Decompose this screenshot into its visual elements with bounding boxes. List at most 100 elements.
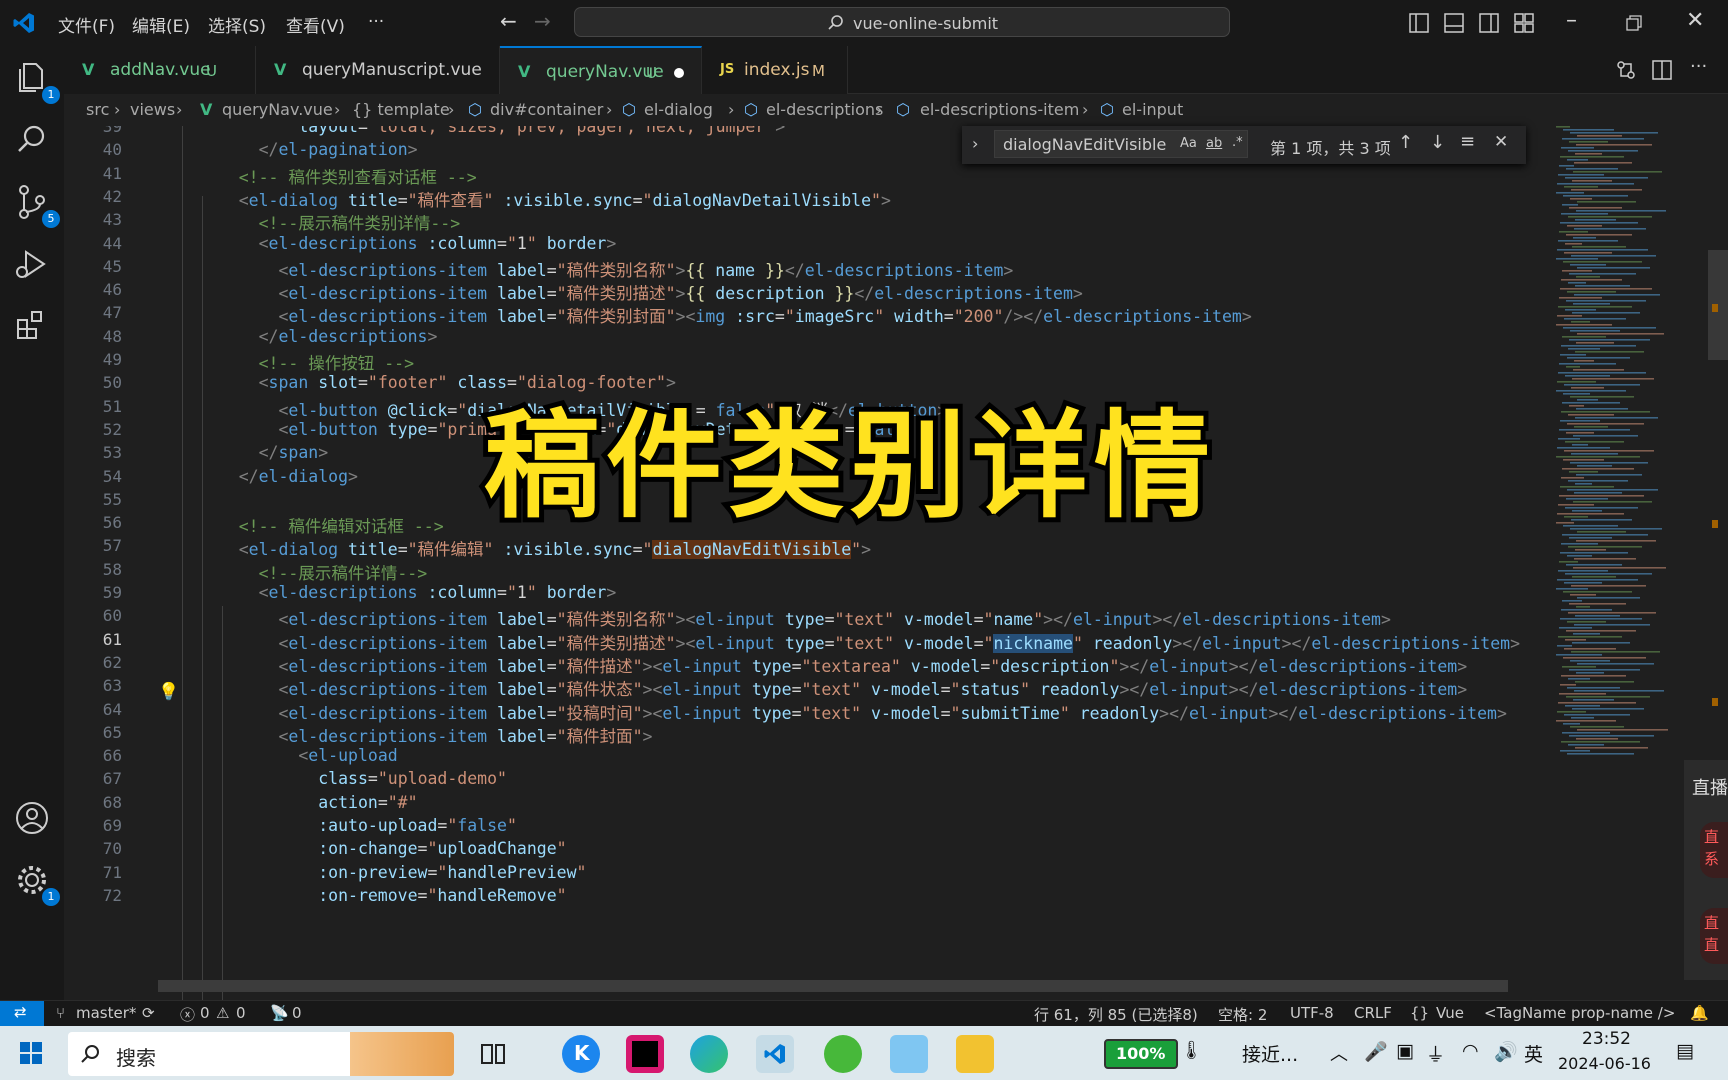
code-line[interactable]: layout="total, sizes, prev, pager, next,… [199,126,785,136]
microphone-icon[interactable]: 🎤 [1364,1040,1388,1063]
display-icon[interactable]: ▣ [1396,1040,1414,1062]
open-changes-icon[interactable] [1616,60,1636,80]
whole-word-icon[interactable]: ab [1206,136,1222,151]
source-control-icon[interactable]: 5 [12,182,60,228]
back-arrow-icon[interactable]: ← [500,9,517,33]
tab-addnav[interactable]: V addNav.vue U [64,46,256,94]
minimap[interactable] [1548,126,1718,756]
code-line[interactable]: :on-preview="handlePreview" [199,863,586,882]
error-count[interactable]: 0 [200,1004,210,1022]
edge-browser-icon[interactable] [690,1035,728,1073]
code-line[interactable]: <el-descriptions-item label="投稿时间"><el-i… [199,700,1506,724]
more-actions-icon[interactable]: ··· [1690,56,1707,77]
code-line[interactable]: <el-upload [199,746,397,765]
restore-icon[interactable] [1626,15,1642,31]
line-ending[interactable]: CRLF [1354,1004,1392,1022]
code-line[interactable]: :on-change="uploadChange" [199,839,566,858]
language-mode[interactable]: Vue [1436,1004,1464,1022]
tab-querymanuscript[interactable]: V queryManuscript.vue [256,46,500,94]
code-line[interactable]: </span> [199,443,329,462]
code-line[interactable]: class="upload-demo" [199,769,507,788]
code-line[interactable]: <el-dialog title="稿件编辑" :visible.sync="d… [199,536,871,560]
close-find-icon[interactable]: ✕ [1494,132,1508,152]
code-line[interactable]: <!-- 稿件类别查看对话框 --> [199,164,477,188]
power-icon[interactable]: ⏚ [1426,1040,1445,1067]
file-explorer-icon[interactable] [956,1035,994,1073]
breadcrumb-item[interactable]: src [86,100,109,119]
wechat-icon[interactable] [824,1035,862,1073]
code-line[interactable]: </el-descriptions> [199,327,438,346]
warning-count[interactable]: 0 [236,1004,246,1022]
code-line[interactable]: action="#" [199,793,417,812]
encoding[interactable]: UTF-8 [1290,1004,1334,1022]
sync-icon[interactable]: ⟳ [142,1004,155,1022]
code-line[interactable]: <el-descriptions-item label="稿件描述"><el-i… [199,653,1467,677]
code-line[interactable]: <el-descriptions-item label="稿件类别名称">{{ … [199,257,1013,281]
chevron-up-icon[interactable]: ︿ [1330,1040,1348,1066]
windows-start-icon[interactable] [20,1042,42,1064]
code-line[interactable]: :auto-upload="false" [199,816,517,835]
code-line[interactable]: <el-descriptions-item label="稿件状态"><el-i… [199,676,1467,700]
tab-indexjs[interactable]: JS index.js M [702,46,848,94]
task-view-icon[interactable] [474,1035,512,1073]
search-view-icon[interactable] [12,120,52,160]
live-item[interactable]: 直 系 [1700,822,1728,878]
code-line[interactable]: <!-- 操作按钮 --> [199,350,414,374]
menu-view[interactable]: 查看(V) [286,12,345,37]
horizontal-scrollbar[interactable] [158,980,1508,992]
close-window-icon[interactable]: ✕ [1686,8,1704,33]
minimize-icon[interactable]: – [1566,8,1577,33]
split-editor-icon[interactable] [1652,60,1672,80]
code-line[interactable]: <el-descriptions-item label="稿件类别描述">{{ … [199,280,1082,304]
regex-icon[interactable]: .* [1232,135,1243,150]
indentation[interactable]: 空格: 2 [1218,1004,1267,1025]
toggle-replace-chevron-icon[interactable]: › [972,134,978,153]
code-line[interactable]: </el-dialog> [199,467,358,486]
wifi-icon[interactable]: ◠ [1462,1040,1479,1062]
cursor-position[interactable]: 行 61，列 85 (已选择8) [1034,1004,1198,1025]
code-line[interactable]: :on-remove="handleRemove" [199,886,566,905]
code-line[interactable]: <el-dialog title="稿件查看" :visible.sync="d… [199,187,891,211]
code-line[interactable]: <!--展示稿件类别详情--> [199,210,461,234]
breadcrumb-item[interactable]: views [130,100,175,119]
code-line[interactable]: </el-pagination> [199,140,418,159]
taskbar-search[interactable]: 搜索 [68,1032,454,1076]
command-center[interactable]: vue-online-submit [574,7,1230,37]
live-item[interactable]: 直 直 [1700,908,1728,964]
forward-arrow-icon[interactable]: → [534,9,551,33]
breadcrumb-item[interactable]: queryNav.vue [222,100,333,119]
notification-center-icon[interactable]: ▤ [1676,1040,1694,1062]
battery-indicator[interactable]: 100% [1104,1039,1178,1069]
ports-count[interactable]: 0 [292,1004,302,1022]
run-debug-icon[interactable] [12,244,52,284]
code-line[interactable]: <el-descriptions-item label="稿件类别封面"><im… [199,303,1251,327]
code-line[interactable]: <el-descriptions :column="1" border> [199,583,617,602]
find-in-selection-icon[interactable]: ≡ [1460,131,1475,152]
code-line[interactable]: <!--展示稿件详情--> [199,560,428,584]
code-line[interactable]: <el-descriptions-item label="稿件类别描述"><el… [199,630,1520,654]
clock-date[interactable]: 2024-06-16 [1558,1054,1651,1073]
formatter-indicator[interactable]: <TagName prop-name /> [1484,1004,1675,1022]
menu-selection[interactable]: 选择(S) [208,12,266,37]
tab-querynav[interactable]: V queryNav.vue U [500,46,702,94]
menu-edit[interactable]: 编辑(E) [132,12,190,37]
intellij-app-icon[interactable] [626,1035,664,1073]
next-match-icon[interactable]: ↓ [1430,132,1445,153]
extensions-icon[interactable] [12,306,52,346]
code-editor[interactable]: 39 40 41 42 43 44 45 46 47 48 49 50 51 52 53 54 55 56 57 58… [64,126,1728,1000]
live-app-icon[interactable] [890,1035,928,1073]
clock-time[interactable]: 23:52 [1582,1029,1631,1049]
menu-file[interactable]: 文件(F) [58,12,115,37]
code-line[interactable]: <el-descriptions-item label="稿件封面"> [199,723,652,747]
breadcrumb-item[interactable]: {} template [352,100,450,119]
toggle-secondary-sidebar-icon[interactable] [1479,13,1499,33]
toggle-primary-sidebar-icon[interactable] [1409,13,1429,33]
vertical-scrollbar[interactable] [1708,250,1728,360]
branch-name[interactable]: master* [76,1004,136,1022]
code-line[interactable]: <!-- 稿件编辑对话框 --> [199,513,444,537]
weather-text[interactable]: 接近... [1242,1040,1298,1067]
unsaved-dot-icon[interactable] [674,68,684,78]
remote-indicator[interactable]: ⇄ [0,1001,44,1027]
breadcrumb-item[interactable]: el-dialog [644,100,713,119]
customize-layout-icon[interactable] [1514,13,1534,33]
